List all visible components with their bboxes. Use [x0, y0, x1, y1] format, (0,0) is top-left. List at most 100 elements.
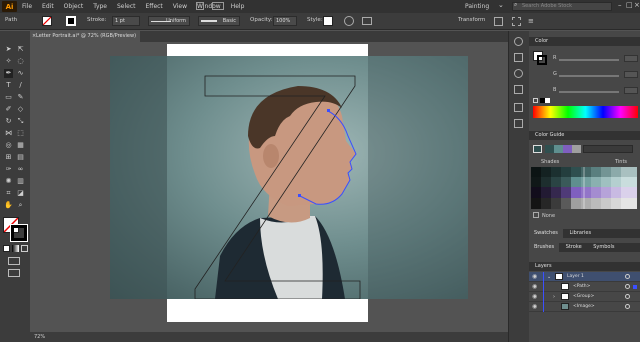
zoom-tool-icon[interactable]: ⌕: [16, 201, 25, 210]
free-transform-tool-icon[interactable]: ⬚: [16, 129, 25, 138]
layer-row[interactable]: ◉ › <Group>: [529, 292, 640, 302]
layer-row[interactable]: ◉ <Path>: [529, 282, 640, 292]
stroke-swatch[interactable]: [66, 16, 76, 26]
opacity-label[interactable]: Opacity:: [250, 17, 273, 23]
line-tool-icon[interactable]: /: [16, 81, 25, 90]
stroke-label[interactable]: Stroke:: [87, 17, 106, 23]
scale-tool-icon[interactable]: ⤡: [16, 117, 25, 126]
expand-arrow-icon[interactable]: ›: [553, 292, 555, 302]
lasso-tool-icon[interactable]: ◌: [16, 57, 25, 66]
transparency-panel-icon[interactable]: [514, 85, 523, 94]
gradient-tool-icon[interactable]: ▤: [16, 153, 25, 162]
direct-selection-tool-icon[interactable]: ⇱: [16, 45, 25, 54]
menu-object[interactable]: Object: [59, 3, 89, 10]
none-mode-icon[interactable]: [21, 245, 28, 252]
image-name[interactable]: <Image>: [573, 302, 595, 312]
document-tab[interactable]: × Letter Portrait.ai* @ 72% (RGB/Preview…: [30, 31, 140, 42]
layer-row[interactable]: ◉ ⌄ Layer 1: [529, 272, 640, 282]
selection-tool-icon[interactable]: ➤: [4, 45, 13, 54]
tab-brushes[interactable]: Brushes: [529, 243, 560, 252]
close-tab-icon[interactable]: ×: [32, 31, 36, 42]
rectangle-tool-icon[interactable]: ▭: [4, 93, 13, 102]
visibility-eye-icon[interactable]: ◉: [532, 293, 537, 301]
harmony-rules-dropdown[interactable]: [583, 145, 633, 153]
harmony-swatch-3[interactable]: [563, 145, 572, 153]
harmony-swatch-4[interactable]: [572, 145, 581, 153]
stroke-color-box[interactable]: [10, 224, 28, 242]
menu-view[interactable]: View: [168, 3, 192, 10]
minimize-icon[interactable]: –: [618, 1, 622, 9]
target-icon[interactable]: [625, 304, 630, 309]
align-icon[interactable]: [362, 17, 372, 25]
curvature-tool-icon[interactable]: ∿: [16, 69, 25, 78]
target-icon[interactable]: [625, 294, 630, 299]
target-icon[interactable]: [625, 274, 630, 279]
magic-wand-tool-icon[interactable]: ✧: [4, 57, 13, 66]
menu-effect[interactable]: Effect: [141, 3, 168, 10]
target-icon[interactable]: [625, 284, 630, 289]
tab-swatches[interactable]: Swatches: [529, 229, 563, 238]
graphic-style-swatch[interactable]: [323, 16, 333, 26]
artboard-tool-icon[interactable]: ⌗: [4, 189, 13, 198]
visibility-eye-icon[interactable]: ◉: [532, 303, 537, 311]
gradient-mode-icon[interactable]: [12, 245, 19, 252]
color-panel-stroke[interactable]: [537, 55, 547, 65]
mesh-tool-icon[interactable]: ⊞: [4, 153, 13, 162]
type-tool-icon[interactable]: T: [4, 81, 13, 90]
visibility-eye-icon[interactable]: ◉: [532, 283, 537, 291]
shaper-tool-icon[interactable]: ✐: [4, 105, 13, 114]
color-variation-grid[interactable]: [531, 167, 637, 209]
menu-select[interactable]: Select: [112, 3, 141, 10]
fill-swatch[interactable]: [42, 16, 52, 26]
slice-tool-icon[interactable]: ◪: [16, 189, 25, 198]
blend-tool-icon[interactable]: ∞: [16, 165, 25, 174]
draw-mode-icon[interactable]: [8, 257, 20, 265]
arrange-documents-icon[interactable]: [196, 2, 204, 10]
tab-symbols[interactable]: Symbols: [588, 243, 619, 252]
color-panel-icon[interactable]: [514, 37, 523, 46]
layer-name[interactable]: Layer 1: [567, 272, 584, 282]
visibility-eye-icon[interactable]: ◉: [532, 273, 537, 281]
appearance-panel-icon[interactable]: [514, 69, 523, 78]
screen-mode-icon[interactable]: [8, 269, 20, 277]
canvas[interactable]: [30, 42, 508, 332]
limit-swatch-icon[interactable]: [533, 212, 539, 218]
harmony-swatch-2[interactable]: [554, 145, 563, 153]
selected-indicator[interactable]: [633, 285, 637, 289]
perspective-grid-tool-icon[interactable]: ▦: [16, 141, 25, 150]
transform-each-icon[interactable]: [512, 17, 521, 26]
recolor-artwork-icon[interactable]: [344, 16, 354, 26]
channel-g-field[interactable]: [624, 71, 638, 78]
symbol-sprayer-tool-icon[interactable]: ✺: [4, 177, 13, 186]
channel-b-slider[interactable]: [559, 91, 619, 93]
base-color-swatch[interactable]: [533, 145, 542, 153]
pen-tool-icon[interactable]: ✒: [4, 69, 13, 78]
white-swatch[interactable]: [545, 98, 550, 103]
rotate-tool-icon[interactable]: ↻: [4, 117, 13, 126]
stock-search-input[interactable]: Search Adobe Stock: [512, 2, 612, 11]
width-tool-icon[interactable]: ⋈: [4, 129, 13, 138]
channel-r-slider[interactable]: [559, 59, 619, 61]
layer-row[interactable]: ◉ <Image>: [529, 302, 640, 312]
menu-lines-icon[interactable]: ≡: [528, 17, 534, 25]
transform-link[interactable]: Transform: [458, 17, 485, 23]
channel-g-slider[interactable]: [559, 75, 619, 77]
menu-help[interactable]: Help: [226, 3, 250, 10]
menu-type[interactable]: Type: [88, 3, 112, 10]
maximize-icon[interactable]: □: [626, 1, 633, 9]
expand-arrow-icon[interactable]: ⌄: [547, 272, 551, 282]
none-swatch-icon[interactable]: [533, 98, 538, 103]
eraser-tool-icon[interactable]: ◇: [16, 105, 25, 114]
tab-libraries[interactable]: Libraries: [564, 229, 596, 238]
color-panel-header[interactable]: Color: [529, 37, 640, 46]
channel-b-field[interactable]: [624, 87, 638, 94]
shape-builder-tool-icon[interactable]: ◎: [4, 141, 13, 150]
view-options-icon[interactable]: [212, 2, 224, 10]
opacity-field[interactable]: 100%: [273, 16, 297, 26]
graphic-styles-panel-icon[interactable]: [514, 103, 523, 112]
chevron-down-icon[interactable]: ⌄: [498, 1, 504, 9]
path-name[interactable]: <Path>: [573, 282, 590, 292]
channel-r-field[interactable]: [624, 55, 638, 62]
tab-stroke[interactable]: Stroke: [561, 243, 587, 252]
zoom-level[interactable]: 72%: [34, 334, 45, 340]
